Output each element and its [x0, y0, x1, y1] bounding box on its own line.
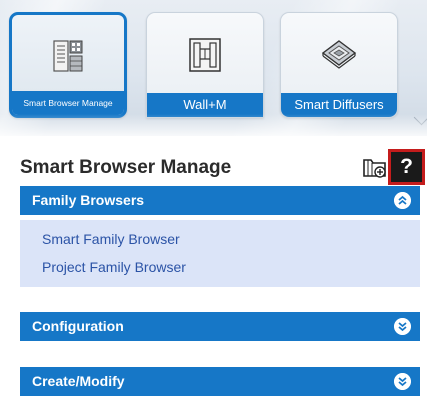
page-title: Smart Browser Manage: [20, 157, 232, 178]
section-title: Configuration: [32, 318, 124, 334]
section-header-family-browsers[interactable]: Family Browsers: [20, 186, 420, 215]
section-header-create-modify[interactable]: Create/Modify: [20, 367, 420, 396]
tile-smart-browser-manage[interactable]: Smart Browser Manage: [9, 12, 127, 118]
expand-down-icon[interactable]: [394, 318, 411, 335]
ribbon-banner: Smart Browser Manage Wall+M Smart Diffus…: [0, 0, 427, 136]
help-button[interactable]: ?: [388, 149, 425, 185]
wall-frame-icon: [189, 38, 221, 72]
link-project-family-browser[interactable]: Project Family Browser: [42, 259, 186, 275]
tile-label: Smart Diffusers: [281, 93, 397, 117]
collapse-up-icon[interactable]: [394, 192, 411, 209]
section-title: Family Browsers: [32, 192, 145, 208]
tile-smart-diffusers[interactable]: Smart Diffusers: [280, 12, 398, 118]
tile-label: Smart Browser Manage: [12, 91, 124, 115]
expand-down-icon[interactable]: [394, 373, 411, 390]
link-smart-family-browser[interactable]: Smart Family Browser: [42, 231, 180, 247]
chevron-down-icon[interactable]: [413, 109, 427, 126]
tile-label: Wall+M: [147, 93, 263, 117]
family-browsers-list: Smart Family Browser Project Family Brow…: [20, 220, 420, 287]
folder-add-icon[interactable]: [361, 154, 389, 182]
browser-manager-icon: [53, 40, 83, 72]
section-header-configuration[interactable]: Configuration: [20, 312, 420, 341]
section-title: Create/Modify: [32, 373, 125, 389]
tile-wall-m[interactable]: Wall+M: [146, 12, 264, 118]
diffuser-icon: [321, 40, 357, 69]
